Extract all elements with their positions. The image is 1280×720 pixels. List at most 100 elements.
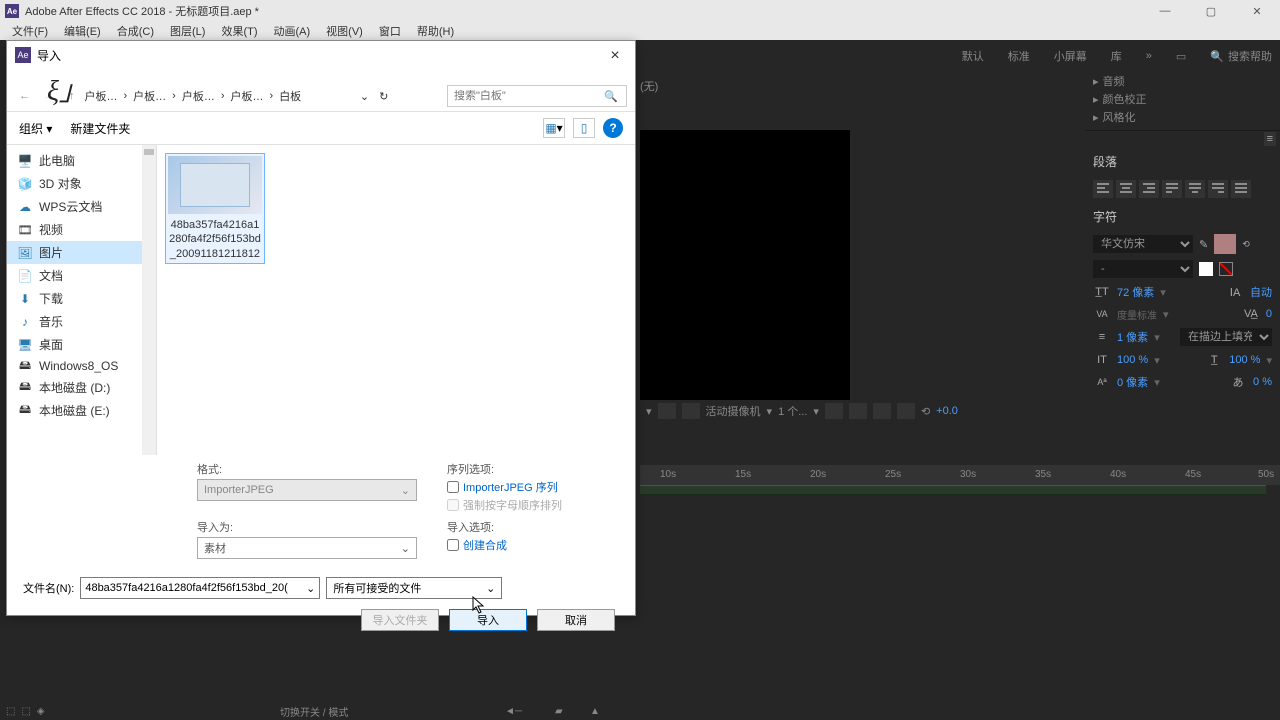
dialog-close-button[interactable]: × <box>599 45 631 67</box>
close-button[interactable]: ✕ <box>1234 0 1280 22</box>
vscale-value[interactable]: 100 % <box>1117 354 1148 366</box>
panel-icon[interactable]: ▭ <box>1176 50 1186 63</box>
baseline-value[interactable]: 0 像素 <box>1117 374 1148 390</box>
create-comp-checkbox[interactable] <box>447 539 459 551</box>
tab-standard[interactable]: 标准 <box>1008 48 1030 64</box>
tab-small[interactable]: 小屏幕 <box>1054 48 1087 64</box>
effects-color[interactable]: ▸ 颜色校正 <box>1093 90 1272 108</box>
align-justify-last-left[interactable] <box>1162 180 1182 198</box>
sidebar-this-pc[interactable]: 🖥️此电脑 <box>7 149 156 172</box>
more-icon[interactable]: » <box>1146 50 1152 62</box>
align-left[interactable] <box>1093 180 1113 198</box>
align-center[interactable] <box>1116 180 1136 198</box>
status-icon2[interactable]: ⬚ <box>21 706 30 717</box>
maximize-button[interactable]: ▢ <box>1188 0 1234 22</box>
import-button[interactable]: 导入 <box>449 609 527 631</box>
exposure-reset-icon[interactable]: ⟲ <box>921 405 930 418</box>
menu-animation[interactable]: 动画(A) <box>266 23 319 39</box>
crumb[interactable]: 白板 <box>279 88 301 104</box>
tsume-value[interactable]: 0 % <box>1253 376 1272 388</box>
stroke-color[interactable] <box>1199 262 1213 276</box>
kerning-value[interactable]: 度量标准 <box>1117 307 1157 322</box>
status-icon3[interactable]: ◈ <box>37 706 45 717</box>
new-folder-button[interactable]: 新建文件夹 <box>70 120 130 137</box>
grid-icon[interactable] <box>658 403 676 419</box>
nav-back-icon[interactable]: ← <box>15 90 34 102</box>
zoom-slider-right[interactable]: ▲ <box>590 706 600 717</box>
sidebar-documents[interactable]: 📄文档 <box>7 264 156 287</box>
sidebar-pictures[interactable]: 🖼图片 <box>7 241 156 264</box>
effects-stylize[interactable]: ▸ 风格化 <box>1093 108 1272 126</box>
align-justify-last-center[interactable] <box>1185 180 1205 198</box>
zoom-slider-handle[interactable]: ▰ <box>555 706 563 717</box>
font-style-select[interactable]: - <box>1093 260 1193 278</box>
panel-menu-icon[interactable]: ≡ <box>1264 132 1276 146</box>
toggle-switch-label[interactable]: 切换开关 / 模式 <box>280 704 348 719</box>
stroke-width[interactable]: 1 像素 <box>1117 329 1148 345</box>
mask-icon[interactable] <box>682 403 700 419</box>
fill-color[interactable] <box>1214 234 1236 254</box>
view-mode-button[interactable]: ▦ ▾ <box>543 118 565 138</box>
sidebar-os[interactable]: 🖴Windows8_OS <box>7 356 156 376</box>
filename-input[interactable]: 48ba357fa4216a1280fa4f2f56f153bd_20(⌄ <box>80 577 320 599</box>
help-search[interactable]: 🔍 搜索帮助 <box>1210 48 1272 64</box>
sidebar-wps[interactable]: ☁WPS云文档 <box>7 195 156 218</box>
menu-effect[interactable]: 效果(T) <box>213 23 265 39</box>
menu-window[interactable]: 窗口 <box>371 23 409 39</box>
menu-composition[interactable]: 合成(C) <box>109 23 162 39</box>
tab-default[interactable]: 默认 <box>962 48 984 64</box>
align-right[interactable] <box>1139 180 1159 198</box>
leading-value[interactable]: 自动 <box>1250 284 1272 300</box>
menu-file[interactable]: 文件(F) <box>4 23 56 39</box>
align-justify-last-right[interactable] <box>1208 180 1228 198</box>
import-folder-button[interactable]: 导入文件夹 <box>361 609 439 631</box>
sidebar-drive-d[interactable]: 🖴本地磁盘 (D:) <box>7 376 156 399</box>
exposure-value[interactable]: +0.0 <box>936 405 958 417</box>
refresh-icon[interactable]: ↻ <box>379 90 388 103</box>
help-button[interactable]: ? <box>603 118 623 138</box>
views-select[interactable]: 1 个... <box>778 403 807 419</box>
tab-library[interactable]: 库 <box>1111 48 1122 64</box>
vb-icon1[interactable] <box>825 403 843 419</box>
font-size[interactable]: 72 像素 <box>1117 284 1154 300</box>
preview-pane-button[interactable]: ▯ <box>573 118 595 138</box>
menu-help[interactable]: 帮助(H) <box>409 23 462 39</box>
crumb-dropdown-icon[interactable]: ⌄ <box>360 90 369 103</box>
filetype-select[interactable]: 所有可接受的文件⌄ <box>326 577 502 599</box>
align-justify-all[interactable] <box>1231 180 1251 198</box>
dropdown-icon[interactable]: ▾ <box>646 405 652 418</box>
cancel-button[interactable]: 取消 <box>537 609 615 631</box>
font-select[interactable]: 华文仿宋 <box>1093 235 1193 253</box>
sidebar-drive-e[interactable]: 🖴本地磁盘 (E:) <box>7 399 156 422</box>
sidebar-3d[interactable]: 🧊3D 对象 <box>7 172 156 195</box>
no-fill-icon[interactable] <box>1219 262 1233 276</box>
vb-icon2[interactable] <box>849 403 867 419</box>
menu-layer[interactable]: 图层(L) <box>162 23 213 39</box>
sidebar-scrollbar[interactable] <box>142 145 156 455</box>
menu-view[interactable]: 视图(V) <box>318 23 371 39</box>
vb-icon3[interactable] <box>873 403 891 419</box>
sidebar-videos[interactable]: 🎞视频 <box>7 218 156 241</box>
crumb[interactable]: 户板… <box>133 88 166 104</box>
search-box[interactable]: 🔍 <box>447 85 627 107</box>
jpeg-sequence-checkbox[interactable] <box>447 481 459 493</box>
sidebar-desktop[interactable]: 🖥桌面 <box>7 333 156 356</box>
hscale-value[interactable]: 100 % <box>1229 354 1260 366</box>
crumb[interactable]: 户板… <box>85 88 118 104</box>
timeline-ruler[interactable]: 10s 15s 20s 25s 30s 35s 40s 45s 50s <box>640 465 1280 485</box>
status-icon1[interactable]: ⬚ <box>6 706 15 717</box>
crumb[interactable]: 户板… <box>231 88 264 104</box>
sidebar-music[interactable]: ♪音乐 <box>7 310 156 333</box>
camera-select[interactable]: 活动摄像机 <box>706 403 761 419</box>
menu-edit[interactable]: 编辑(E) <box>56 23 109 39</box>
timeline-workarea[interactable] <box>640 485 1266 495</box>
stroke-style[interactable]: 在描边上填充 <box>1180 328 1272 346</box>
eyedropper-icon[interactable]: ✎ <box>1199 238 1208 251</box>
organize-button[interactable]: 组织 ▾ <box>19 120 52 137</box>
vb-icon4[interactable] <box>897 403 915 419</box>
tracking-value[interactable]: 0 <box>1266 308 1272 320</box>
file-item[interactable]: 48ba357fa4216a1280fa4f2f56f153bd_2009118… <box>165 153 265 264</box>
minimize-button[interactable]: — <box>1142 0 1188 22</box>
zoom-slider-left[interactable]: ◄─ <box>505 706 522 717</box>
import-as-select[interactable]: 素材⌄ <box>197 537 417 559</box>
